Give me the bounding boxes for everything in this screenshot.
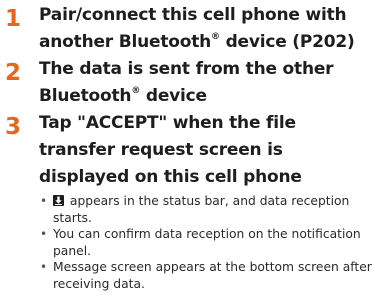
step-1-text: Pair/connect this cell phone with anothe… xyxy=(39,2,372,56)
note-item-1: • appears in the status bar, and data re… xyxy=(39,193,372,226)
step-3-text: Tap "ACCEPT" when the file transfer requ… xyxy=(39,113,302,187)
registered-mark: ® xyxy=(211,32,220,43)
note-item-2: • You can confirm data reception on the … xyxy=(39,226,372,259)
note-item-3: • Message screen appears at the bottom s… xyxy=(39,259,372,292)
step-2-line-1: The data is sent from the other xyxy=(39,59,334,79)
bullet: • xyxy=(40,227,48,241)
step-1-line-2b: device (P202) xyxy=(219,32,355,52)
download-icon xyxy=(53,195,64,206)
step-number-3: 3 xyxy=(4,114,21,140)
step-1-line-1: Pair/connect this cell phone with xyxy=(39,5,347,25)
step-3: 3 Tap "ACCEPT" when the file transfer re… xyxy=(0,110,372,191)
step-2: 2 The data is sent from the other Blueto… xyxy=(0,56,372,110)
step-2-line-2b: device xyxy=(140,86,207,106)
bullet: • xyxy=(40,260,48,274)
registered-mark: ® xyxy=(131,86,141,97)
note-3-text: Message screen appears at the bottom scr… xyxy=(53,260,372,291)
step-1: 1 Pair/connect this cell phone with anot… xyxy=(0,2,372,56)
note-1-text: appears in the status bar, and data rece… xyxy=(53,194,350,225)
step-2-text: The data is sent from the other Bluetoot… xyxy=(39,56,372,110)
bullet: • xyxy=(40,194,48,208)
notes-list: • appears in the status bar, and data re… xyxy=(0,193,372,292)
step-number-2: 2 xyxy=(4,60,21,86)
step-number-1: 1 xyxy=(4,6,21,32)
step-1-line-2a: another Bluetooth xyxy=(39,32,212,52)
procedure-steps: 1 Pair/connect this cell phone with anot… xyxy=(0,0,372,292)
step-2-line-2a: Bluetooth xyxy=(39,86,132,106)
note-2-text: You can confirm data reception on the no… xyxy=(53,227,361,258)
